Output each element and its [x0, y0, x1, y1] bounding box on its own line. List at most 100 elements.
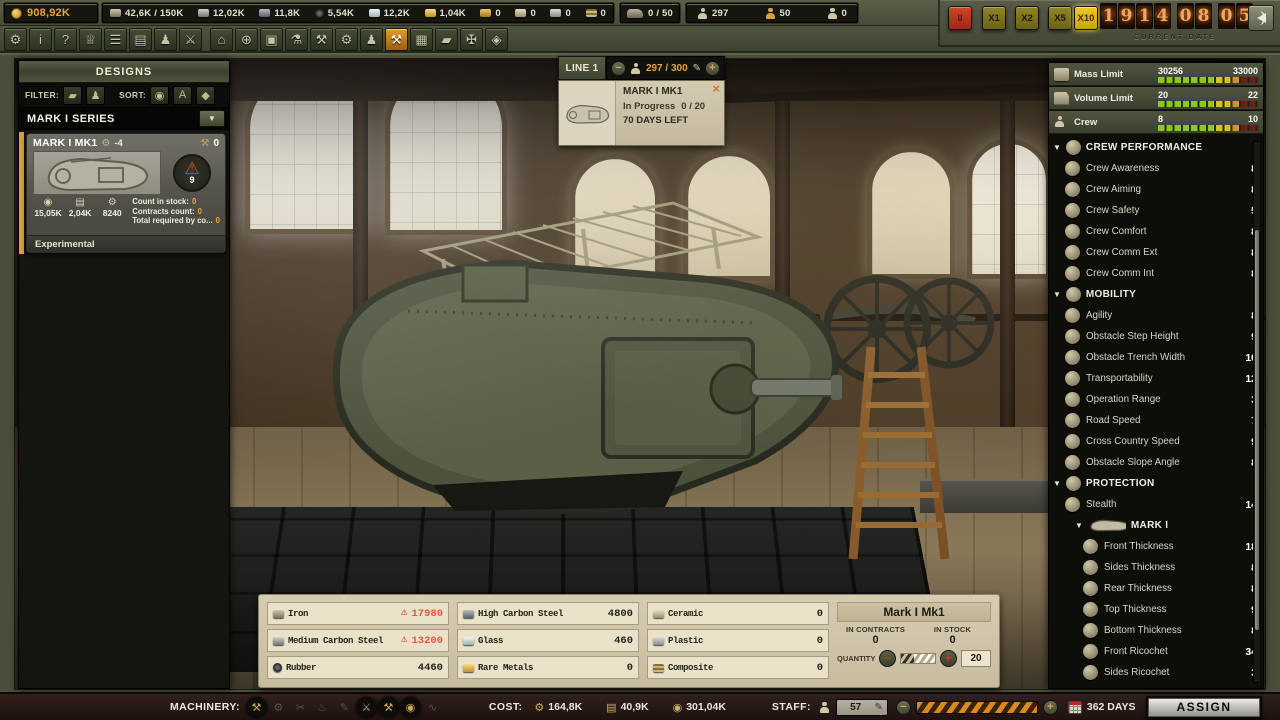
- roller-icon[interactable]: ∿: [422, 697, 443, 718]
- quantity-plus-button[interactable]: +: [940, 650, 957, 667]
- factory-icon: ⌂: [218, 32, 226, 47]
- section-mobility[interactable]: ▼ MOBILITY: [1049, 284, 1263, 305]
- gear-icon: ⚙: [534, 701, 544, 714]
- machinery-icons: ⚒ ⚙ ✂ ♨ ✎ ⚔ ⚒ ◉ ∿: [246, 697, 443, 718]
- help-button[interactable]: ?: [54, 28, 77, 51]
- series-header[interactable]: MARK I SERIES ▼: [19, 108, 229, 130]
- volume-icon: [1054, 92, 1069, 105]
- defense-contracts-button[interactable]: ✠: [460, 28, 483, 51]
- pause-button[interactable]: II: [948, 6, 972, 30]
- resource-iron: 42,6K / 150K: [106, 8, 187, 19]
- stealth-icon: [1065, 497, 1080, 512]
- warning-triangle-icon: ⚠: [401, 635, 408, 646]
- politics-button[interactable]: ♟: [154, 28, 177, 51]
- speed-x2-button[interactable]: X2: [1015, 6, 1039, 30]
- speed-x5-button[interactable]: X5: [1048, 6, 1072, 30]
- notifications-button[interactable]: [1248, 5, 1274, 31]
- workshop-button[interactable]: ⚒: [310, 28, 333, 51]
- vehicle-stats-panel: Mass Limit 3025633000 Volume Limit 2022 …: [1048, 62, 1264, 689]
- upgrades-button[interactable]: ◈: [485, 28, 508, 51]
- drill-press-icon[interactable]: ⚒: [246, 697, 267, 718]
- trophy-icon: ♕: [85, 32, 97, 48]
- staff-plus-button[interactable]: +: [1043, 700, 1058, 715]
- production-button[interactable]: ⚒: [385, 28, 408, 51]
- quantity-minus-button[interactable]: −: [879, 650, 896, 667]
- vehicles-button[interactable]: ▰: [435, 28, 458, 51]
- staff-count-input[interactable]: 57 ✎: [836, 699, 888, 716]
- staff-slider[interactable]: [916, 701, 1038, 714]
- section-protection[interactable]: ▼ PROTECTION: [1049, 473, 1263, 494]
- stats-scrollbar: [1253, 141, 1261, 683]
- power-hammer-icon[interactable]: ⚒: [378, 697, 399, 718]
- sort-by-resources-button[interactable]: ◆: [196, 86, 215, 105]
- components-button[interactable]: ▦: [410, 28, 433, 51]
- research-button[interactable]: ⚗: [285, 28, 308, 51]
- press-icon[interactable]: ⚔: [356, 697, 377, 718]
- design-card-mark-i-mk1[interactable]: MARK I MK1 ⚙ -4 ⚒ 0 ⚠ 9: [26, 133, 226, 253]
- chevron-down-icon: ▼: [1053, 479, 1061, 488]
- resource-high-carbon-steel: 11,8K: [255, 8, 304, 19]
- assign-button[interactable]: ASSIGN: [1146, 696, 1262, 719]
- filter-vehicles-button[interactable]: ▰: [63, 86, 82, 105]
- letter-a-icon: A: [179, 89, 186, 101]
- filter-type-button[interactable]: ♟: [86, 86, 105, 105]
- edit-icon[interactable]: ✎: [693, 63, 701, 74]
- top-thickness-icon: [1083, 602, 1098, 617]
- resource-composite: 0: [582, 8, 610, 19]
- stat-row: Transportability12: [1049, 368, 1263, 389]
- lathe-icon[interactable]: ⚙: [268, 697, 289, 718]
- speed-x1-button[interactable]: X1: [982, 6, 1006, 30]
- sort-alphabetical-button[interactable]: A: [173, 86, 192, 105]
- worker-icon: [697, 8, 708, 19]
- design-tag: Experimental: [27, 235, 225, 252]
- furnace-icon[interactable]: ♨: [312, 697, 333, 718]
- glass-icon: [369, 9, 380, 17]
- grinder-icon[interactable]: ◉: [400, 697, 421, 718]
- chevron-down-icon: ▼: [208, 114, 216, 123]
- section-crew-performance[interactable]: ▼ CREW PERFORMANCE: [1049, 137, 1263, 158]
- composite-icon: [653, 664, 664, 672]
- warning-triangle-icon: ⚠: [184, 161, 199, 176]
- hammer-icon: ⚒: [391, 32, 403, 48]
- volume-limit-row: Volume Limit 2022: [1049, 87, 1263, 110]
- line-staff-plus-button[interactable]: +: [705, 61, 720, 76]
- info-button[interactable]: i: [29, 28, 52, 51]
- newspaper-button[interactable]: ☰: [104, 28, 127, 51]
- stat-row: Front Ricochet34: [1049, 641, 1263, 662]
- reports-button[interactable]: ▤: [129, 28, 152, 51]
- in-stock-cell: IN STOCK 0: [914, 625, 991, 646]
- world-map-button[interactable]: ⊕: [235, 28, 258, 51]
- workers-count: 297: [693, 8, 732, 19]
- military-button[interactable]: ⚔: [179, 28, 202, 51]
- quantity-slider[interactable]: [900, 653, 936, 664]
- rear-thickness-icon: [1083, 581, 1098, 596]
- paint-station-icon[interactable]: ✎: [334, 697, 355, 718]
- market-button[interactable]: ▣: [260, 28, 283, 51]
- factory-button[interactable]: ⌂: [210, 28, 233, 51]
- crew-aiming-icon: [1065, 182, 1080, 197]
- crew-performance-icon: [1066, 140, 1081, 155]
- close-icon[interactable]: ×: [712, 83, 720, 95]
- trench-width-icon: [1065, 350, 1080, 365]
- subsection-mark-i[interactable]: ▼ MARK I: [1049, 515, 1263, 536]
- machinery-label: MACHINERY:: [170, 701, 240, 713]
- staff-minus-button[interactable]: −: [896, 700, 911, 715]
- scrollbar-thumb[interactable]: [1255, 230, 1259, 630]
- settings-button[interactable]: ⚙: [4, 28, 27, 51]
- parts-icon: ▦: [415, 32, 427, 48]
- speed-x10-button[interactable]: X10: [1074, 6, 1098, 30]
- stat-row: Obstacle Trench Width10: [1049, 347, 1263, 368]
- unit-thumbnail: [559, 81, 616, 145]
- milling-machine-icon[interactable]: ✂: [290, 697, 311, 718]
- tank-icon: [627, 9, 643, 18]
- volume-max: 22: [1248, 90, 1258, 100]
- personnel-button[interactable]: ♟: [360, 28, 383, 51]
- line-staff-minus-button[interactable]: −: [611, 61, 626, 76]
- mass-limit-bar: [1158, 77, 1258, 83]
- vehicle-services-button[interactable]: ⚙: [335, 28, 358, 51]
- achievements-button[interactable]: ♕: [79, 28, 102, 51]
- collapse-series-button[interactable]: ▼: [199, 110, 225, 127]
- sort-by-cost-button[interactable]: ◉: [150, 86, 169, 105]
- material-row-ceramic: Ceramic 0: [647, 602, 829, 625]
- stat-row: Obstacle Slope Angle8: [1049, 452, 1263, 473]
